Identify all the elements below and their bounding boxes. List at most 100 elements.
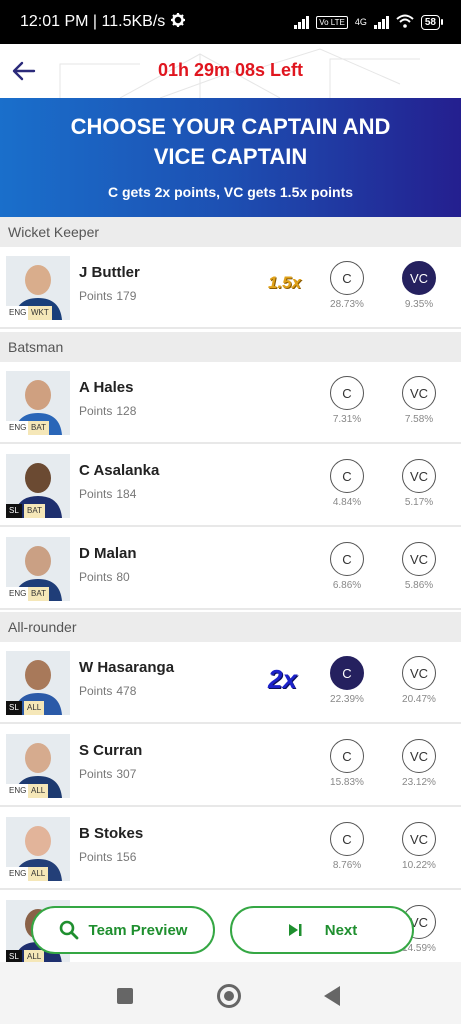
player-row[interactable]: ENG BAT A Hales Points 128 C VC 7.31% 7.5… xyxy=(0,362,461,444)
wifi-icon xyxy=(396,14,414,31)
vice-captain-button[interactable]: VC xyxy=(402,459,436,493)
role-tag: ALL xyxy=(28,784,49,798)
player-row[interactable]: ENG BAT D Malan Points 80 C VC 6.86% 5.86… xyxy=(0,528,461,610)
role-tag: ALL xyxy=(28,867,49,881)
player-row[interactable]: ENG ALL S Curran Points 307 C VC 15.83% 2… xyxy=(0,725,461,807)
points-label: Points xyxy=(79,404,113,418)
player-row[interactable]: SL BAT C Asalanka Points 184 C VC 4.84% 5… xyxy=(0,445,461,527)
vice-captain-percentage: 23.12% xyxy=(402,777,436,788)
status-bar: 12:01 PM | 11.5KB/s Vo LTE 4G 58 xyxy=(0,0,461,44)
captain-percentage: 15.83% xyxy=(330,777,364,788)
points-label: Points xyxy=(79,684,113,698)
vice-captain-percentage: 9.35% xyxy=(404,299,434,310)
player-avatar: SL BAT xyxy=(6,454,70,518)
player-avatar: ENG WKT xyxy=(6,256,70,320)
banner-title: CHOOSE YOUR CAPTAIN AND VICE CAPTAIN xyxy=(70,114,391,169)
signal-icon xyxy=(294,15,310,29)
player-name: B Stokes xyxy=(79,825,144,842)
captain-percentage: 6.86% xyxy=(332,580,362,591)
captain-percentage: 7.31% xyxy=(332,414,362,425)
player-avatar: ENG BAT xyxy=(6,371,70,435)
player-points: Points 156 xyxy=(79,850,136,864)
player-avatar: ENG BAT xyxy=(6,537,70,601)
player-points: Points 478 xyxy=(79,684,136,698)
captain-percentage: 28.73% xyxy=(330,299,364,310)
section-header-batsman: Batsman xyxy=(0,332,461,362)
captain-button[interactable]: C xyxy=(330,261,364,295)
team-tag: ENG xyxy=(6,784,30,798)
player-name: C Asalanka xyxy=(79,462,160,479)
points-label: Points xyxy=(79,570,113,584)
team-tag: ENG xyxy=(6,306,30,320)
points-value: 179 xyxy=(116,289,137,303)
vice-captain-percentage: 20.47% xyxy=(402,694,436,705)
captain-button[interactable]: C xyxy=(330,739,364,773)
player-avatar: SL ALL xyxy=(6,651,70,715)
player-points: Points 179 xyxy=(79,289,136,303)
player-points: Points 307 xyxy=(79,767,136,781)
search-icon xyxy=(59,920,78,940)
header: 01h 29m 08s Left xyxy=(0,44,461,98)
team-tag: SL xyxy=(6,701,22,715)
gear-icon xyxy=(171,12,186,32)
vc-multiplier-badge: 1.5x xyxy=(268,273,302,292)
battery-level: 58 xyxy=(420,14,440,30)
vice-captain-button[interactable]: VC xyxy=(402,739,436,773)
captain-percentage: 4.84% xyxy=(332,497,362,508)
team-preview-button[interactable]: Team Preview xyxy=(31,906,215,954)
vice-captain-button[interactable]: VC xyxy=(402,261,436,295)
recents-icon[interactable] xyxy=(117,988,133,1004)
player-points: Points 184 xyxy=(79,487,136,501)
captain-percentage: 8.76% xyxy=(332,860,362,871)
home-icon[interactable] xyxy=(217,984,241,1008)
points-value: 184 xyxy=(116,487,137,501)
player-row[interactable]: ENG ALL B Stokes Points 156 C VC 8.76% 10… xyxy=(0,808,461,890)
vice-captain-button[interactable]: VC xyxy=(402,656,436,690)
role-tag: BAT xyxy=(24,504,45,518)
captain-button[interactable]: C xyxy=(330,376,364,410)
captain-button[interactable]: C xyxy=(330,459,364,493)
points-label: Points xyxy=(79,487,113,501)
captain-percentage: 22.39% xyxy=(330,694,364,705)
skip-next-icon xyxy=(288,924,302,936)
player-row[interactable]: SL ALL W Hasaranga Points 478 2x C VC 22.… xyxy=(0,642,461,724)
status-right: Vo LTE 4G 58 xyxy=(294,14,443,31)
team-tag: ENG xyxy=(6,421,30,435)
team-tag: ENG xyxy=(6,867,30,881)
vice-captain-button[interactable]: VC xyxy=(402,822,436,856)
app-root: 12:01 PM | 11.5KB/s Vo LTE 4G 58 01h 29m… xyxy=(0,0,461,1024)
points-label: Points xyxy=(79,767,113,781)
network-label: 4G xyxy=(354,17,367,27)
team-tag: SL xyxy=(6,504,22,518)
team-preview-label: Team Preview xyxy=(88,921,188,939)
section-header-all-rounder: All-rounder xyxy=(0,612,461,642)
player-row[interactable]: ENG WKT J Buttler Points 179 1.5x C VC 28… xyxy=(0,247,461,329)
player-name: A Hales xyxy=(79,379,134,396)
role-tag: ALL xyxy=(24,701,45,715)
player-points: Points 128 xyxy=(79,404,136,418)
player-name: W Hasaranga xyxy=(79,659,175,676)
points-value: 128 xyxy=(116,404,137,418)
vice-captain-percentage: 7.58% xyxy=(404,414,434,425)
role-tag: BAT xyxy=(28,421,49,435)
next-label: Next xyxy=(324,921,358,939)
captain-button[interactable]: C xyxy=(330,822,364,856)
vice-captain-button[interactable]: VC xyxy=(402,376,436,410)
status-time: 12:01 PM | 11.5KB/s xyxy=(20,13,166,30)
vice-captain-button[interactable]: VC xyxy=(402,542,436,576)
banner-subtitle: C gets 2x points, VC gets 1.5x points xyxy=(107,184,354,200)
next-button[interactable]: Next xyxy=(230,906,414,954)
section-header-wicket-keeper: Wicket Keeper xyxy=(0,217,461,247)
player-name: D Malan xyxy=(79,545,137,562)
player-avatar: ENG ALL xyxy=(6,817,70,881)
vice-captain-percentage: 10.22% xyxy=(402,860,436,871)
points-value: 307 xyxy=(116,767,137,781)
system-nav-bar xyxy=(0,962,461,1024)
battery-icon: 58 xyxy=(420,14,443,30)
banner: CHOOSE YOUR CAPTAIN AND VICE CAPTAIN C g… xyxy=(0,98,461,217)
back-triangle-icon[interactable] xyxy=(324,986,340,1006)
captain-button[interactable]: C xyxy=(330,656,364,690)
points-value: 80 xyxy=(116,570,130,584)
player-name: S Curran xyxy=(79,742,143,759)
captain-button[interactable]: C xyxy=(330,542,364,576)
